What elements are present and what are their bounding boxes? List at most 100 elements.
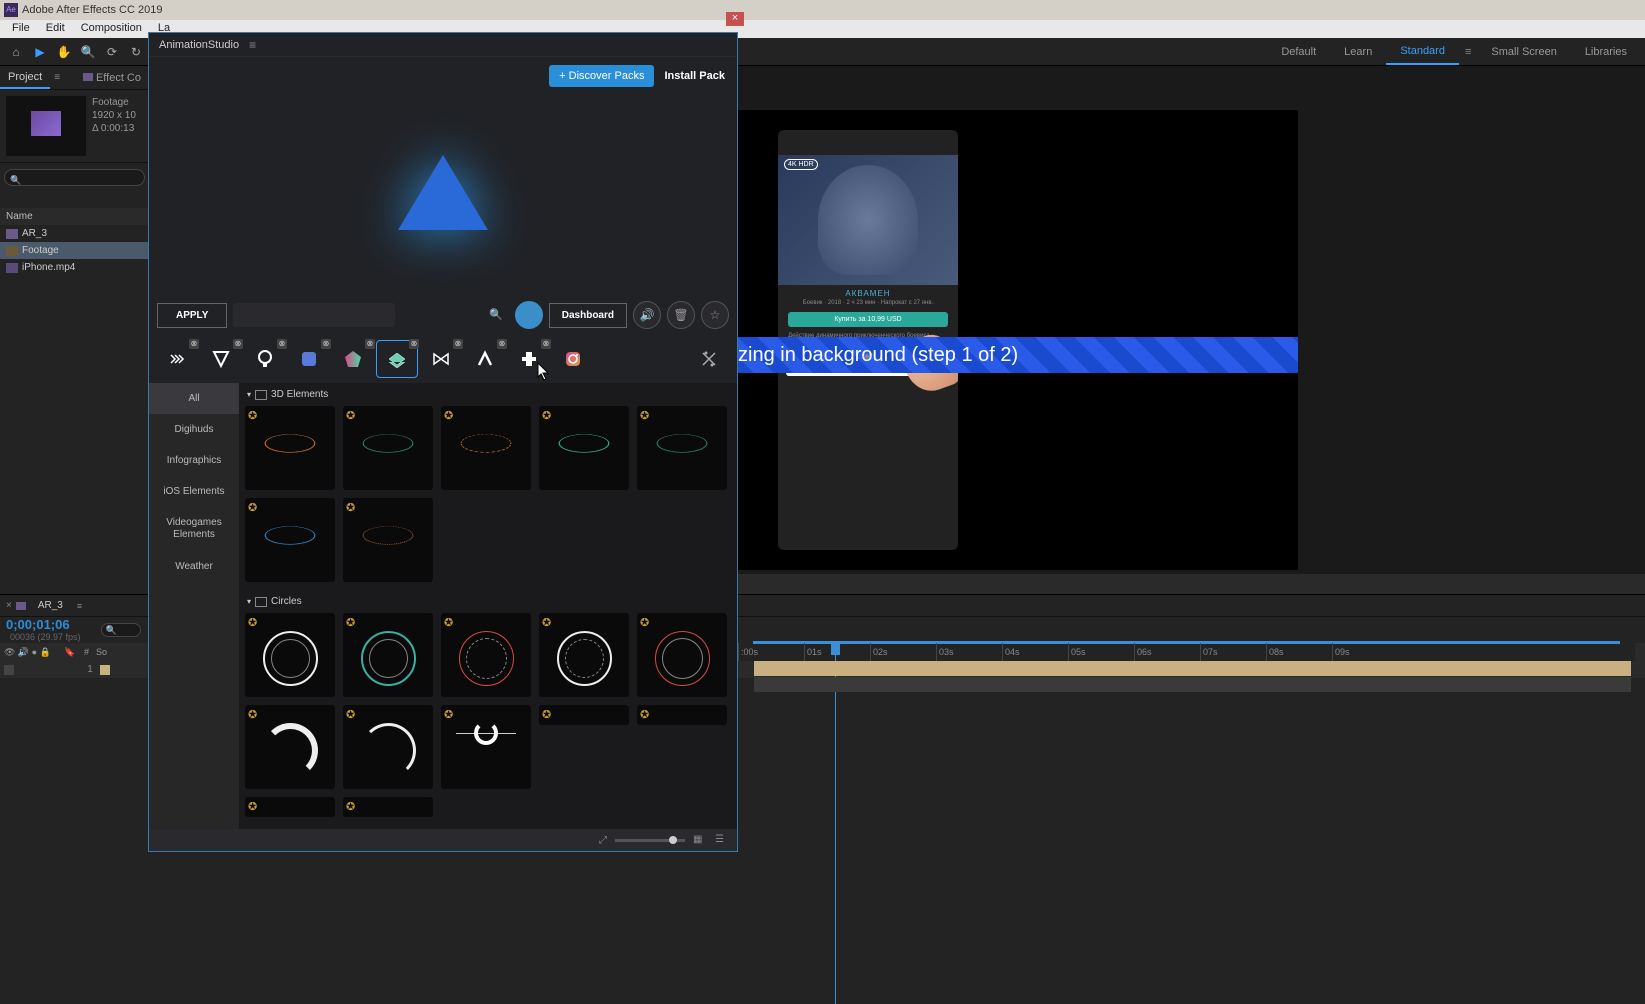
workspace-learn[interactable]: Learn — [1330, 40, 1386, 64]
anim-preset-item[interactable]: ✪ — [343, 613, 433, 697]
apply-button[interactable]: APPLY — [157, 303, 227, 328]
pack-icon-3[interactable]: ⊗ — [245, 341, 285, 377]
settings-icon[interactable] — [689, 341, 729, 377]
project-item-ar3[interactable]: AR_3 — [0, 225, 149, 242]
anim-preset-item[interactable]: ✪ — [441, 705, 531, 789]
timeline-search[interactable] — [101, 623, 141, 637]
pack-icon-5[interactable]: ⊗ — [333, 341, 373, 377]
anim-preset-item[interactable]: ✪ — [637, 406, 727, 490]
home-tool[interactable]: ⌂ — [5, 41, 27, 63]
close-icon[interactable]: ⊗ — [233, 339, 243, 349]
workspace-standard[interactable]: Standard — [1386, 39, 1459, 65]
anim-preset-item[interactable]: ✪ — [343, 406, 433, 490]
anim-preset-item[interactable]: ✪ — [245, 613, 335, 697]
anim-preset-item[interactable]: ✪ — [343, 498, 433, 582]
close-button[interactable]: × — [726, 12, 744, 26]
composition-viewer: 4K HDR АКВАМЕН Боевик · 2018 · 2 ч 23 ми… — [738, 66, 1645, 574]
menu-edit[interactable]: Edit — [38, 20, 73, 38]
anim-preset-item[interactable]: ✪ — [539, 613, 629, 697]
dashboard-button[interactable]: Dashboard — [549, 303, 627, 328]
ae-icon: Ae — [4, 3, 18, 17]
close-icon[interactable]: ⊗ — [277, 339, 287, 349]
project-item-footage[interactable]: Footage — [0, 242, 149, 259]
list-view-button[interactable]: ☰ — [715, 834, 729, 846]
delete-button[interactable]: 🗑 — [667, 301, 695, 329]
tl-close-icon[interactable]: × — [6, 600, 12, 611]
cat-ios[interactable]: iOS Elements — [149, 476, 239, 507]
effect-controls-tab[interactable]: Effect Co — [75, 68, 149, 88]
cat-videogames[interactable]: Videogames Elements — [149, 507, 239, 551]
anim-preset-item[interactable]: ✪ — [539, 705, 629, 725]
close-icon[interactable]: ⊗ — [497, 339, 507, 349]
group-3d-elements[interactable]: ▾ 3D Elements — [245, 383, 731, 406]
layer-bar-1[interactable] — [754, 661, 1631, 676]
rotate-tool[interactable]: ↻ — [125, 41, 147, 63]
cat-infographics[interactable]: Infographics — [149, 445, 239, 476]
cat-all[interactable]: All — [149, 383, 239, 414]
anim-preset-item[interactable]: ✪ — [245, 406, 335, 490]
playhead[interactable] — [835, 643, 836, 1004]
current-time[interactable]: 0;00;01;06 — [6, 617, 70, 632]
anim-preset-item[interactable]: ✪ — [637, 613, 727, 697]
zoom-tool[interactable]: 🔍 — [77, 41, 99, 63]
pack-icon-6[interactable]: ⊗ — [377, 341, 417, 377]
zoom-slider[interactable] — [615, 839, 685, 842]
anim-preset-item[interactable]: ✪ — [245, 498, 335, 582]
timeline-tab[interactable]: AR_3 — [30, 597, 71, 614]
project-search-input[interactable] — [4, 169, 145, 186]
close-icon[interactable]: ⊗ — [541, 339, 551, 349]
discover-packs-button[interactable]: + Discover Packs — [549, 65, 654, 87]
anim-preset-item[interactable]: ✪ — [637, 705, 727, 725]
workspace-libraries[interactable]: Libraries — [1571, 40, 1641, 64]
pack-icon-4[interactable]: ⊗ — [289, 341, 329, 377]
close-icon[interactable]: ⊗ — [189, 339, 199, 349]
tl-menu-icon[interactable]: ≡ — [77, 601, 82, 611]
cat-digihuds[interactable]: Digihuds — [149, 414, 239, 445]
pack-icon-9[interactable]: ⊗ — [509, 341, 549, 377]
install-pack-button[interactable]: Install Pack — [664, 70, 725, 82]
close-icon[interactable]: ⊗ — [365, 339, 375, 349]
timeline-ruler[interactable]: :00s 01s 02s 03s 04s 05s 06s 07s 08s 09s — [738, 643, 1635, 661]
menu-file[interactable]: File — [4, 20, 38, 38]
grid-view-button[interactable]: ▦ — [693, 834, 707, 846]
name-column-header[interactable]: Name — [0, 208, 149, 225]
project-tab[interactable]: Project — [0, 67, 50, 89]
selection-tool[interactable]: ▶ — [29, 41, 51, 63]
close-icon[interactable]: ⊗ — [321, 339, 331, 349]
close-icon[interactable]: ⊗ — [409, 339, 419, 349]
pack-icon-2[interactable]: ⊗ — [201, 341, 241, 377]
anim-content[interactable]: ▾ 3D Elements ✪ ✪ ✪ ✪ ✪ ✪ ✪ ▾ — [239, 383, 737, 829]
workspace-default[interactable]: Default — [1267, 40, 1330, 64]
anim-preset-item[interactable]: ✪ — [245, 705, 335, 789]
anim-panel-menu-icon[interactable]: ≡ — [249, 38, 256, 52]
workspace-config-icon[interactable]: ≡ — [1459, 46, 1477, 58]
orbit-tool[interactable]: ⟳ — [101, 41, 123, 63]
anim-preset-item[interactable]: ✪ — [343, 705, 433, 789]
visibility-toggle[interactable] — [4, 665, 14, 675]
source-header[interactable]: So — [92, 647, 152, 657]
anim-preset-item[interactable]: ✪ — [441, 406, 531, 490]
anim-preset-item[interactable]: ✪ — [343, 797, 433, 817]
volume-button[interactable]: 🔊 — [633, 301, 661, 329]
project-item-iphone[interactable]: iPhone.mp4 — [0, 259, 149, 276]
expand-icon[interactable]: ⤢ — [599, 835, 607, 846]
group-circles[interactable]: ▾ Circles — [245, 590, 731, 613]
pack-icon-10[interactable] — [553, 341, 593, 377]
panel-menu-icon[interactable]: ≡ — [54, 72, 60, 83]
anim-preset-item[interactable]: ✪ — [539, 406, 629, 490]
layer-color[interactable] — [100, 665, 110, 675]
hand-tool[interactable]: ✋ — [53, 41, 75, 63]
pack-icon-1[interactable]: ⊗ — [157, 341, 197, 377]
favorite-button[interactable]: ☆ — [701, 301, 729, 329]
anim-preset-item[interactable]: ✪ — [245, 797, 335, 817]
pack-icon-8[interactable]: ⊗ — [465, 341, 505, 377]
sound-toggle[interactable] — [515, 301, 543, 329]
menu-composition[interactable]: Composition — [73, 20, 150, 38]
close-icon[interactable]: ⊗ — [453, 339, 463, 349]
layer-bar-2[interactable] — [754, 677, 1631, 692]
cat-weather[interactable]: Weather — [149, 551, 239, 582]
anim-preset-item[interactable]: ✪ — [441, 613, 531, 697]
pack-icon-7[interactable]: ⊗ — [421, 341, 461, 377]
workspace-small-screen[interactable]: Small Screen — [1477, 40, 1570, 64]
anim-search-input[interactable] — [233, 303, 395, 327]
